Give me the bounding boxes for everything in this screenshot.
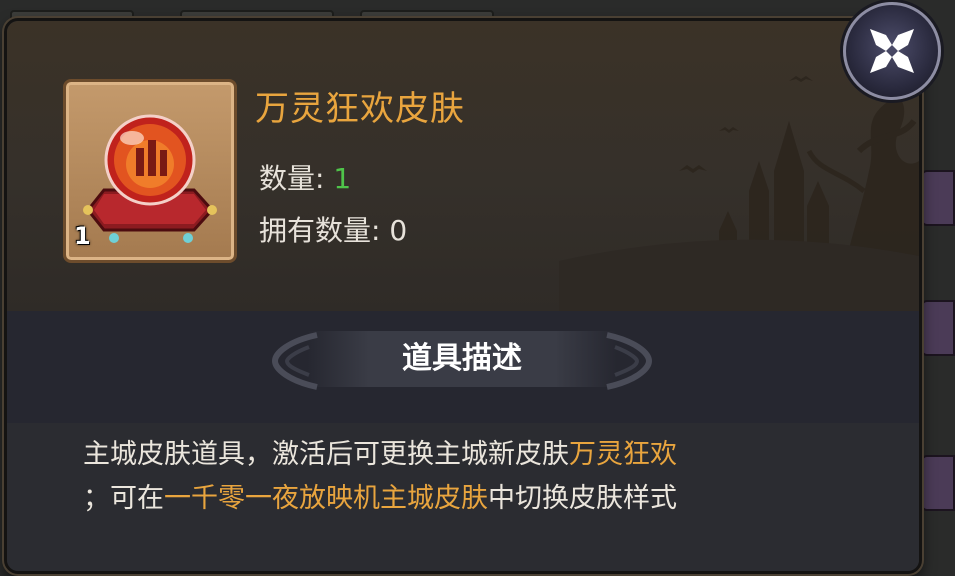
description-highlight: 一千零一夜放映机主城皮肤 (164, 483, 488, 514)
item-detail-popup: 1 万灵狂欢皮肤 数量: 1 拥有数量: 0 道具描述 主城皮肤道具，激活后可更… (4, 18, 922, 574)
quantity-row: 数量: 1 (259, 157, 351, 197)
owned-label: 拥有数量: (259, 214, 381, 247)
close-x-icon (870, 29, 914, 73)
quantity-value: 1 (333, 162, 352, 195)
item-icon-frame: 1 (63, 79, 237, 263)
background-side-tab (921, 170, 955, 226)
crystal-ball-on-cushion-icon (83, 114, 217, 243)
background-side-tab (921, 455, 955, 511)
item-count-badge: 1 (74, 222, 91, 250)
close-button[interactable] (843, 2, 941, 100)
description-text: ；可在 (83, 483, 164, 514)
owned-row: 拥有数量: 0 (259, 209, 407, 249)
owned-value: 0 (389, 214, 408, 247)
description-text: 主城皮肤道具，激活后可更换主城新皮肤 (83, 439, 569, 470)
background-side-tab (921, 300, 955, 356)
description-text: 中切换皮肤样式 (488, 483, 677, 514)
quantity-label: 数量: (259, 162, 325, 195)
section-title: 道具描述 (402, 341, 522, 376)
description-highlight: 万灵狂欢 (569, 439, 677, 470)
item-header: 1 万灵狂欢皮肤 数量: 1 拥有数量: 0 (7, 21, 919, 311)
item-description: 主城皮肤道具，激活后可更换主城新皮肤万灵狂欢 ；可在一千零一夜放映机主城皮肤中切… (83, 433, 853, 521)
item-name: 万灵狂欢皮肤 (255, 89, 465, 129)
